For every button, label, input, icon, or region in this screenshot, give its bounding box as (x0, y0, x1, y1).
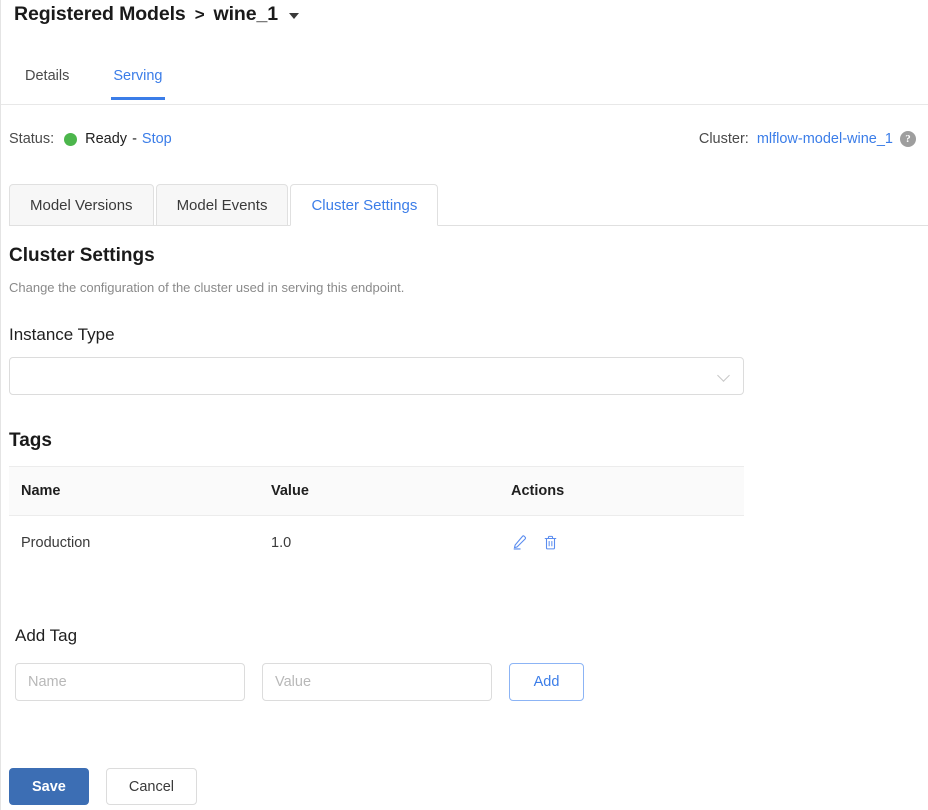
add-tag-button[interactable]: Add (509, 663, 584, 701)
instance-type-label: Instance Type (9, 325, 115, 345)
cluster-row: Cluster: mlflow-model-wine_1 ? (699, 131, 916, 147)
trash-delete-icon[interactable] (542, 534, 559, 551)
chevron-down-icon[interactable] (289, 13, 299, 19)
tab-model-versions[interactable]: Model Versions (9, 184, 154, 226)
tags-table: Name Value Actions Production 1.0 (9, 466, 744, 569)
tags-table-body: Production 1.0 (9, 516, 744, 570)
tags-section-title: Tags (9, 430, 52, 452)
form-footer: Save Cancel (9, 768, 197, 805)
tags-table-header: Name Value Actions (9, 467, 744, 516)
stop-cluster-link[interactable]: Stop (142, 131, 172, 147)
breadcrumb: Registered Models > wine_1 (14, 3, 299, 26)
breadcrumb-root-link[interactable]: Registered Models (14, 3, 186, 26)
table-header-row: Name Value Actions (9, 467, 744, 516)
tag-value-input[interactable] (262, 663, 492, 701)
save-button[interactable]: Save (9, 768, 89, 805)
pencil-edit-icon[interactable] (511, 534, 528, 551)
tag-value-cell: 1.0 (259, 516, 499, 570)
tab-model-events[interactable]: Model Events (156, 184, 289, 226)
status-indicator-dot (64, 133, 77, 146)
column-header-value: Value (259, 467, 499, 516)
tab-serving[interactable]: Serving (111, 62, 164, 100)
add-tag-row: Add (15, 663, 584, 701)
status-row: Status: Ready - Stop (9, 131, 172, 147)
column-header-name: Name (9, 467, 259, 516)
column-header-actions: Actions (499, 467, 744, 516)
cancel-button[interactable]: Cancel (106, 768, 197, 805)
question-mark-icon[interactable]: ? (900, 131, 916, 147)
page-root: Registered Models > wine_1 Details Servi… (0, 0, 928, 810)
cluster-label: Cluster: (699, 131, 749, 147)
tab-details[interactable]: Details (23, 62, 71, 100)
tag-name-cell: Production (9, 516, 259, 570)
breadcrumb-separator: > (195, 5, 205, 25)
breadcrumb-current-model[interactable]: wine_1 (214, 3, 278, 26)
tag-actions-cell (499, 516, 744, 570)
add-tag-title: Add Tag (15, 626, 77, 646)
primary-tab-bar: Details Serving (1, 62, 928, 105)
secondary-tab-bar: Model Versions Model Events Cluster Sett… (9, 174, 928, 226)
page-description: Change the configuration of the cluster … (9, 280, 404, 295)
cluster-name-link[interactable]: mlflow-model-wine_1 (757, 131, 893, 147)
instance-type-select[interactable] (9, 357, 744, 395)
tab-cluster-settings[interactable]: Cluster Settings (290, 184, 438, 226)
status-separator: - (132, 131, 137, 147)
chevron-down-icon (719, 370, 731, 382)
status-label: Status: (9, 131, 54, 147)
status-value: Ready (85, 131, 127, 147)
tag-name-input[interactable] (15, 663, 245, 701)
table-row: Production 1.0 (9, 516, 744, 570)
page-title: Cluster Settings (9, 245, 155, 267)
